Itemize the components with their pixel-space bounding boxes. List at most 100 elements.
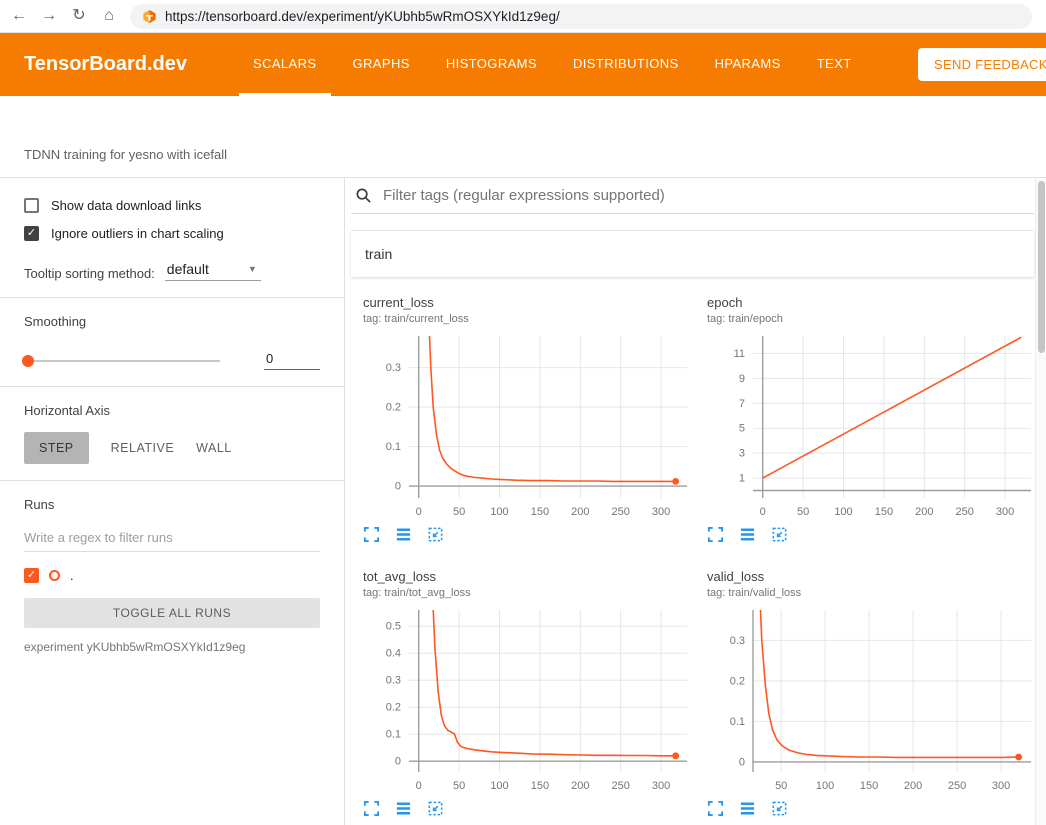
svg-text:150: 150 xyxy=(875,506,893,518)
svg-text:250: 250 xyxy=(612,506,630,518)
svg-text:300: 300 xyxy=(992,780,1010,792)
chart-title: current_loss xyxy=(363,295,693,310)
chevron-down-icon: ▼ xyxy=(248,264,257,274)
fullscreen-icon[interactable] xyxy=(363,800,380,817)
svg-text:300: 300 xyxy=(652,506,670,518)
chart-tag: tag: train/tot_avg_loss xyxy=(363,587,693,599)
fit-domain-icon[interactable] xyxy=(427,526,444,543)
svg-text:0.2: 0.2 xyxy=(386,402,401,414)
runs-selector-icon[interactable] xyxy=(395,800,412,817)
brand-title: TensorBoard.dev xyxy=(24,53,187,76)
toggle-all-runs-button[interactable]: TOGGLE ALL RUNS xyxy=(24,598,320,628)
chart-card-current-loss: current_loss tag: train/current_loss 050… xyxy=(351,295,693,543)
smoothing-slider-thumb[interactable] xyxy=(22,355,34,367)
runs-filter-input[interactable] xyxy=(24,526,320,552)
svg-text:250: 250 xyxy=(956,506,974,518)
smoothing-label: Smoothing xyxy=(24,314,320,329)
svg-text:200: 200 xyxy=(915,506,933,518)
svg-text:50: 50 xyxy=(453,780,465,792)
axis-step-button[interactable]: STEP xyxy=(24,432,89,464)
svg-text:0.1: 0.1 xyxy=(386,441,401,453)
app-header: TensorBoard.dev SCALARS GRAPHS HISTOGRAM… xyxy=(0,33,1046,96)
smoothing-value[interactable]: 0 xyxy=(264,351,320,370)
svg-text:200: 200 xyxy=(904,780,922,792)
fit-domain-icon[interactable] xyxy=(427,800,444,817)
svg-text:200: 200 xyxy=(571,780,589,792)
reload-icon[interactable]: ↻ xyxy=(70,8,88,24)
svg-text:0.3: 0.3 xyxy=(386,675,401,687)
tooltip-sorting-value: default xyxy=(167,261,209,277)
svg-text:0: 0 xyxy=(416,506,422,518)
forward-icon[interactable]: → xyxy=(40,8,58,24)
ignore-outliers-label: Ignore outliers in chart scaling xyxy=(51,226,224,241)
svg-text:250: 250 xyxy=(612,780,630,792)
sidebar-divider xyxy=(0,297,344,298)
send-feedback-button[interactable]: SEND FEEDBACK xyxy=(918,48,1046,81)
svg-text:0: 0 xyxy=(395,756,401,768)
fullscreen-icon[interactable] xyxy=(363,526,380,543)
tab-scalars[interactable]: SCALARS xyxy=(239,33,331,96)
url-text: https://tensorboard.dev/experiment/yKUbh… xyxy=(165,9,560,24)
tab-hparams[interactable]: HPARAMS xyxy=(701,33,795,96)
chart-title: tot_avg_loss xyxy=(363,569,693,584)
sidebar-divider xyxy=(0,386,344,387)
settings-sidebar: ✓ Show data download links ✓ Ignore outl… xyxy=(0,178,345,825)
svg-text:5: 5 xyxy=(739,423,745,435)
chart-title: valid_loss xyxy=(707,569,1037,584)
ignore-outliers-checkbox[interactable]: ✓ xyxy=(24,226,39,241)
home-icon[interactable]: ⌂ xyxy=(100,8,118,24)
chart-title: epoch xyxy=(707,295,1037,310)
run-name: . xyxy=(70,568,74,583)
tab-histograms[interactable]: HISTOGRAMS xyxy=(432,33,551,96)
svg-text:0.3: 0.3 xyxy=(386,362,401,374)
axis-wall-button[interactable]: WALL xyxy=(196,441,232,455)
svg-text:200: 200 xyxy=(571,506,589,518)
svg-text:0: 0 xyxy=(739,756,745,768)
svg-text:9: 9 xyxy=(739,373,745,385)
svg-text:0: 0 xyxy=(416,780,422,792)
run-row[interactable]: ✓ . xyxy=(24,568,320,583)
chart-tag: tag: train/epoch xyxy=(707,313,1037,325)
ignore-outliers-checkbox-row[interactable]: ✓ Ignore outliers in chart scaling xyxy=(24,226,320,241)
scrollbar-thumb[interactable] xyxy=(1038,181,1045,353)
charts-grid: current_loss tag: train/current_loss 050… xyxy=(351,277,1034,817)
svg-text:100: 100 xyxy=(490,780,508,792)
svg-text:0.2: 0.2 xyxy=(730,675,745,687)
smoothing-slider[interactable] xyxy=(24,360,220,362)
svg-text:150: 150 xyxy=(860,780,878,792)
tag-group-train[interactable]: train xyxy=(351,231,1034,277)
svg-text:3: 3 xyxy=(739,448,745,460)
fullscreen-icon[interactable] xyxy=(707,800,724,817)
sidebar-divider xyxy=(0,480,344,481)
filter-tags-input[interactable] xyxy=(381,186,1034,205)
fit-domain-icon[interactable] xyxy=(771,800,788,817)
tab-distributions[interactable]: DISTRIBUTIONS xyxy=(559,33,693,96)
svg-text:0.4: 0.4 xyxy=(386,648,401,660)
fullscreen-icon[interactable] xyxy=(707,526,724,543)
svg-text:0.3: 0.3 xyxy=(730,635,745,647)
show-download-links-checkbox-row[interactable]: ✓ Show data download links xyxy=(24,198,320,213)
show-download-links-checkbox[interactable]: ✓ xyxy=(24,198,39,213)
back-icon[interactable]: ← xyxy=(10,8,28,24)
svg-text:11: 11 xyxy=(734,348,745,360)
svg-text:0: 0 xyxy=(760,506,766,518)
tooltip-sorting-select[interactable]: default ▼ xyxy=(165,261,261,281)
fit-domain-icon[interactable] xyxy=(771,526,788,543)
svg-text:0.5: 0.5 xyxy=(386,621,401,633)
scalars-main: train current_loss tag: train/current_lo… xyxy=(345,178,1046,825)
runs-label: Runs xyxy=(24,497,320,512)
runs-selector-icon[interactable] xyxy=(395,526,412,543)
svg-text:50: 50 xyxy=(453,506,465,518)
tab-graphs[interactable]: GRAPHS xyxy=(339,33,424,96)
run-checkbox[interactable]: ✓ xyxy=(24,568,39,583)
experiment-id-label: experiment yKUbhb5wRmOSXYkId1z9eg xyxy=(24,640,320,654)
svg-text:0.1: 0.1 xyxy=(730,716,745,728)
vertical-scrollbar[interactable] xyxy=(1035,179,1046,825)
tensorboard-favicon xyxy=(142,9,157,24)
chart-card-tot-avg-loss: tot_avg_loss tag: train/tot_avg_loss 0 50… xyxy=(351,569,693,817)
runs-selector-icon[interactable] xyxy=(739,526,756,543)
runs-selector-icon[interactable] xyxy=(739,800,756,817)
axis-relative-button[interactable]: RELATIVE xyxy=(111,441,175,455)
address-bar[interactable]: https://tensorboard.dev/experiment/yKUbh… xyxy=(130,4,1032,29)
tab-text[interactable]: TEXT xyxy=(803,33,866,96)
